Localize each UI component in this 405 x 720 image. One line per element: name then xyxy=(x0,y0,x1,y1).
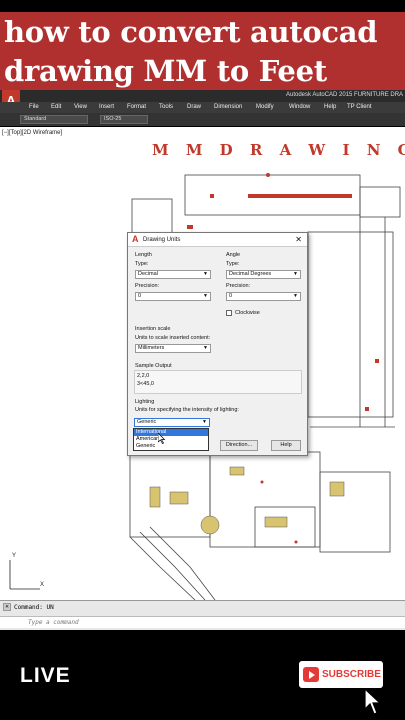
angle-precision-label: Precision: xyxy=(226,283,251,289)
length-precision-value: 0 xyxy=(138,293,142,299)
chevron-down-icon: ▼ xyxy=(203,293,208,299)
chevron-down-icon: ▼ xyxy=(203,345,208,351)
close-icon[interactable]: ✕ xyxy=(295,235,302,244)
menu-modify[interactable]: Modify xyxy=(256,104,274,110)
menu-file[interactable]: File xyxy=(29,104,39,110)
dialog-title-bar: A Drawing Units ✕ xyxy=(128,233,307,247)
application-title-bar: A Autodesk AutoCAD 2015 FURNITURE DRA xyxy=(0,90,405,116)
menu-view[interactable]: View xyxy=(74,104,87,110)
sample-output-line-1: 2,2,0 xyxy=(137,373,150,379)
insertion-units-select[interactable]: Millimeters ▼ xyxy=(135,344,211,353)
length-precision-select[interactable]: 0 ▼ xyxy=(135,292,211,301)
sample-output-box: 2,2,0 3<45,0 xyxy=(134,370,302,394)
subscribe-label: SUBSCRIBE xyxy=(322,669,381,680)
length-precision-label: Precision: xyxy=(135,283,160,289)
menu-insert[interactable]: Insert xyxy=(99,104,114,110)
direction-button[interactable]: Direction... xyxy=(220,440,258,451)
command-history: Command: UN xyxy=(14,604,54,611)
svg-text:X: X xyxy=(40,582,44,588)
length-type-value: Decimal xyxy=(138,271,158,277)
mouse-pointer-icon xyxy=(158,433,166,444)
close-icon[interactable]: ✕ xyxy=(3,603,11,611)
length-type-label: Type: xyxy=(135,261,149,267)
insertion-units-value: Millimeters xyxy=(138,345,165,351)
text-style-select[interactable]: Standard xyxy=(20,115,88,124)
length-heading: Length xyxy=(135,252,152,258)
drawing-units-dialog: A Drawing Units ✕ Length Type: Decimal ▼ … xyxy=(127,232,308,456)
menu-edit[interactable]: Edit xyxy=(51,104,61,110)
chevron-down-icon: ▼ xyxy=(293,293,298,299)
app-title: Autodesk AutoCAD 2015 FURNITURE DRA xyxy=(286,92,404,98)
option-international[interactable]: International xyxy=(134,429,208,436)
styles-toolbar: Standard ISO-25 xyxy=(0,113,405,126)
angle-heading: Angle xyxy=(226,252,241,258)
sample-output-line-2: 3<45,0 xyxy=(137,381,154,387)
lighting-units-select[interactable]: Generic ▼ xyxy=(134,418,210,427)
command-input[interactable]: Type a command xyxy=(28,619,79,626)
menu-window[interactable]: Window xyxy=(289,104,310,110)
command-line-panel: ✕ Command: UN Type a command xyxy=(0,600,405,630)
dialog-title: Drawing Units xyxy=(143,237,181,243)
chevron-down-icon: ▼ xyxy=(202,419,207,425)
banner-title-line-1: how to convert autocad xyxy=(4,15,378,49)
svg-text:Y: Y xyxy=(12,553,16,559)
angle-type-label: Type: xyxy=(226,261,240,267)
angle-type-value: Decimal Degrees xyxy=(229,271,272,277)
option-generic[interactable]: Generic xyxy=(134,443,208,450)
lighting-units-value: Generic xyxy=(137,419,157,425)
live-label: LIVE xyxy=(20,664,71,687)
angle-type-select[interactable]: Decimal Degrees ▼ xyxy=(226,270,301,279)
dim-style-select[interactable]: ISO-25 xyxy=(100,115,148,124)
lighting-desc: Units for specifying the intensity of li… xyxy=(135,407,239,413)
angle-precision-select[interactable]: 0 ▼ xyxy=(226,292,301,301)
banner-title-line-2: drawing MM to Feet xyxy=(4,54,327,88)
clockwise-checkbox[interactable] xyxy=(226,310,232,316)
menu-bar: File Edit View Insert Format Tools Draw … xyxy=(0,102,405,113)
sample-output-heading: Sample Output xyxy=(135,363,172,369)
length-type-select[interactable]: Decimal ▼ xyxy=(135,270,211,279)
clockwise-label: Clockwise xyxy=(235,310,260,316)
menu-tp-client[interactable]: TP Client xyxy=(347,104,372,110)
chevron-down-icon: ▼ xyxy=(203,271,208,277)
chevron-down-icon: ▼ xyxy=(293,271,298,277)
menu-tools[interactable]: Tools xyxy=(159,104,173,110)
viewport-controls[interactable]: [−][Top][2D Wireframe] xyxy=(2,130,62,136)
menu-format[interactable]: Format xyxy=(127,104,146,110)
autocad-small-icon: A xyxy=(132,234,139,244)
hand-cursor-icon xyxy=(364,688,382,715)
lighting-units-dropdown-list: International American Generic xyxy=(133,428,209,451)
option-american[interactable]: American xyxy=(134,436,208,443)
angle-precision-value: 0 xyxy=(229,293,233,299)
play-icon xyxy=(303,667,319,682)
menu-help[interactable]: Help xyxy=(324,104,336,110)
command-input-row: Type a command xyxy=(0,616,405,628)
menu-dimension[interactable]: Dimension xyxy=(214,104,242,110)
lighting-heading: Lighting xyxy=(135,399,155,405)
subscribe-button[interactable]: SUBSCRIBE xyxy=(299,661,383,688)
drawing-heading: M M D R A W I N G xyxy=(152,141,405,159)
menu-draw[interactable]: Draw xyxy=(187,104,201,110)
insertion-scale-heading: Insertion scale xyxy=(135,326,171,332)
help-button[interactable]: Help xyxy=(271,440,301,451)
insertion-scale-desc: Units to scale inserted content: xyxy=(135,335,211,341)
